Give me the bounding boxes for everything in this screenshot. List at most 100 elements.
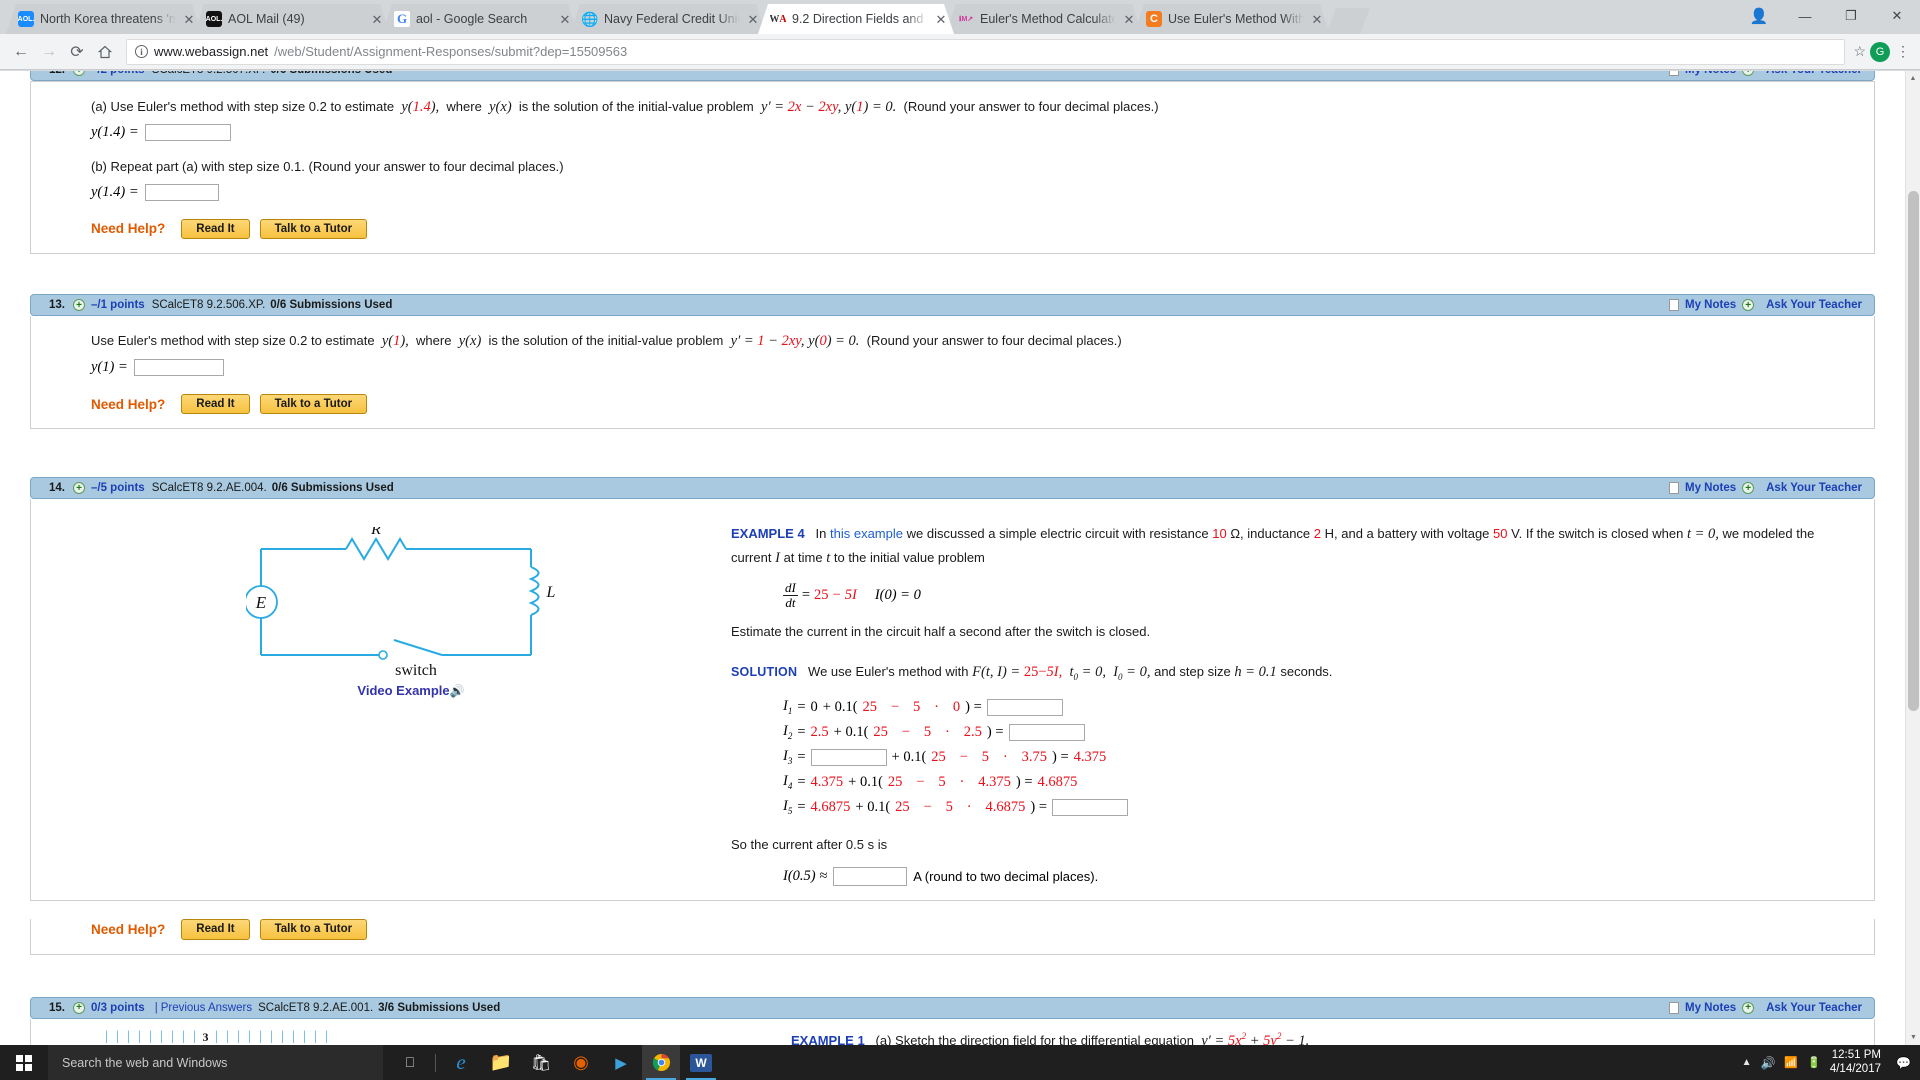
expand-icon[interactable]: +: [73, 299, 85, 312]
clock-date: 4/14/2017: [1829, 1062, 1881, 1075]
tab-close-icon[interactable]: ✕: [1122, 13, 1136, 26]
forward-icon[interactable]: →: [36, 39, 62, 65]
q13-round-note: (Round your answer to four decimal place…: [866, 333, 1122, 349]
store-icon[interactable]: 🛍: [522, 1045, 560, 1080]
webassign-icon: WA: [770, 13, 786, 25]
final-answer-input[interactable]: [833, 867, 908, 887]
read-it-button[interactable]: Read It: [181, 393, 250, 415]
scrollbar-thumb[interactable]: [1908, 191, 1919, 711]
my-notes-link[interactable]: My Notes: [1685, 482, 1736, 494]
my-notes-link[interactable]: My Notes: [1685, 1002, 1736, 1014]
media-player-icon[interactable]: ▶: [602, 1045, 640, 1080]
new-tab-button[interactable]: [1326, 8, 1370, 34]
read-it-button[interactable]: Read It: [181, 218, 250, 240]
my-notes-link[interactable]: My Notes: [1685, 299, 1736, 311]
address-bar[interactable]: i www.webassign.net/web/Student/Assignme…: [126, 38, 1846, 65]
home-icon[interactable]: [92, 39, 118, 65]
step-3-input[interactable]: [810, 748, 887, 766]
aol-icon: AOL.: [18, 11, 34, 27]
minimize-button[interactable]: —: [1782, 0, 1828, 32]
step-2-input[interactable]: [1008, 723, 1085, 741]
ask-teacher-plus-icon[interactable]: +: [1742, 71, 1755, 76]
expand-icon[interactable]: +: [73, 1001, 85, 1014]
tab-close-icon[interactable]: ✕: [558, 13, 572, 26]
network-icon[interactable]: 📶: [1784, 1056, 1798, 1069]
browser-tab-4-active[interactable]: WA 9.2 Direction Fields and E ✕: [758, 4, 954, 34]
battery-icon[interactable]: 🔋: [1807, 1056, 1821, 1069]
back-icon[interactable]: ←: [8, 39, 34, 65]
ask-your-teacher-link[interactable]: Ask Your Teacher: [1766, 71, 1862, 76]
answer-input[interactable]: [133, 358, 224, 376]
question-number: 15.: [49, 1001, 65, 1014]
submissions-used: 0/6 Submissions Used: [271, 482, 394, 495]
scroll-up-arrow-icon[interactable]: ▲: [1906, 71, 1920, 86]
expand-icon[interactable]: +: [73, 71, 85, 76]
answer-a-input[interactable]: [144, 124, 231, 142]
read-it-button[interactable]: Read It: [181, 919, 250, 940]
firefox-icon[interactable]: ◉: [562, 1045, 600, 1080]
chrome-icon[interactable]: [642, 1045, 680, 1080]
avatar[interactable]: G: [1870, 41, 1890, 62]
points-label: –/2 points: [91, 71, 145, 76]
step-5-input[interactable]: [1052, 798, 1129, 816]
step-operator: + 0.1(: [833, 723, 869, 740]
task-view-icon[interactable]: ⎕: [391, 1045, 429, 1080]
talk-to-a-tutor-button[interactable]: Talk to a Tutor: [259, 218, 368, 240]
de-denominator: dt: [785, 594, 796, 610]
tab-close-icon[interactable]: ✕: [746, 13, 760, 26]
talk-to-a-tutor-button[interactable]: Talk to a Tutor: [259, 919, 368, 940]
question-15: 15. + 0/3 points | Previous Answers SCal…: [30, 996, 1875, 1045]
system-tray: ▲ 🔊 📶 🔋 12:51 PM 4/14/2017 💬: [1742, 1045, 1920, 1080]
tab-close-icon[interactable]: ✕: [370, 13, 384, 26]
example-1-text: (a) Sketch the direction field for the d…: [875, 1032, 1194, 1045]
browser-tab-3[interactable]: 🌐 Navy Federal Credit Unio ✕: [570, 4, 766, 34]
action-center-show-hidden-icon[interactable]: ▲: [1742, 1057, 1752, 1068]
browser-tab-0[interactable]: AOL. North Korea threatens 'm ✕: [6, 4, 202, 34]
chrome-menu-icon[interactable]: ⋮: [1894, 44, 1912, 58]
browser-tab-5[interactable]: ℹM↗ Euler's Method Calculato ✕: [946, 4, 1142, 34]
clock[interactable]: 12:51 PM 4/14/2017: [1830, 1049, 1887, 1077]
file-explorer-icon[interactable]: 📁: [482, 1045, 520, 1080]
step-1-input[interactable]: [986, 698, 1063, 716]
talk-to-a-tutor-button[interactable]: Talk to a Tutor: [259, 393, 368, 415]
video-example-link[interactable]: Video Example🔊: [91, 683, 731, 698]
close-window-button[interactable]: ✕: [1874, 0, 1920, 32]
tab-title: 9.2 Direction Fields and E: [792, 12, 928, 26]
ask-teacher-plus-icon[interactable]: +: [1742, 299, 1755, 312]
browser-tab-6[interactable]: C Use Euler's Method With ✕: [1134, 4, 1330, 34]
tab-close-icon[interactable]: ✕: [182, 13, 196, 26]
F-rhs-b: 5I,: [1046, 663, 1063, 680]
volume-icon[interactable]: 🔊: [1760, 1056, 1775, 1070]
ask-your-teacher-link[interactable]: Ask Your Teacher: [1766, 482, 1862, 494]
ask-teacher-plus-icon[interactable]: +: [1742, 482, 1755, 495]
search-input[interactable]: Search the web and Windows: [48, 1045, 383, 1080]
edge-icon[interactable]: e: [442, 1045, 480, 1080]
answer-b-input[interactable]: [144, 183, 219, 201]
ask-teacher-plus-icon[interactable]: +: [1742, 1001, 1755, 1014]
browser-tab-2[interactable]: G aol - Google Search ✕: [382, 4, 578, 34]
field-tick: |: [193, 1028, 196, 1044]
browser-toolbar: ← → ⟳ i www.webassign.net/web/Student/As…: [0, 34, 1920, 70]
resistance-unit: Ω, inductance: [1230, 526, 1311, 542]
previous-answers-link[interactable]: Previous Answers: [161, 1002, 252, 1014]
reload-icon[interactable]: ⟳: [64, 39, 90, 65]
question-14-body: E R L switch Video Example🔊 EXAMPLE 4 In…: [30, 499, 1875, 902]
bookmark-star-icon[interactable]: ☆: [1853, 43, 1866, 60]
expand-icon[interactable]: +: [73, 482, 85, 495]
ask-your-teacher-link[interactable]: Ask Your Teacher: [1766, 1002, 1862, 1014]
start-button[interactable]: [0, 1045, 48, 1080]
this-example-link[interactable]: this example: [830, 526, 903, 541]
notifications-icon[interactable]: 💬: [1896, 1056, 1912, 1070]
user-profile-icon[interactable]: 👤: [1736, 0, 1782, 32]
ask-your-teacher-link[interactable]: Ask Your Teacher: [1766, 299, 1862, 311]
scroll-down-arrow-icon[interactable]: ▼: [1906, 1030, 1920, 1045]
browser-tab-1[interactable]: AOL. AOL Mail (49) ✕: [194, 4, 390, 34]
my-notes-link[interactable]: My Notes: [1685, 71, 1736, 76]
tab-close-icon[interactable]: ✕: [1310, 13, 1324, 26]
maximize-button[interactable]: ❐: [1828, 0, 1874, 32]
solution-text-2: and step size: [1154, 663, 1231, 679]
word-icon[interactable]: W: [682, 1045, 720, 1080]
tab-close-icon[interactable]: ✕: [934, 13, 948, 26]
page-scrollbar[interactable]: ▲ ▼: [1905, 71, 1920, 1045]
page-info-icon[interactable]: i: [135, 45, 148, 58]
